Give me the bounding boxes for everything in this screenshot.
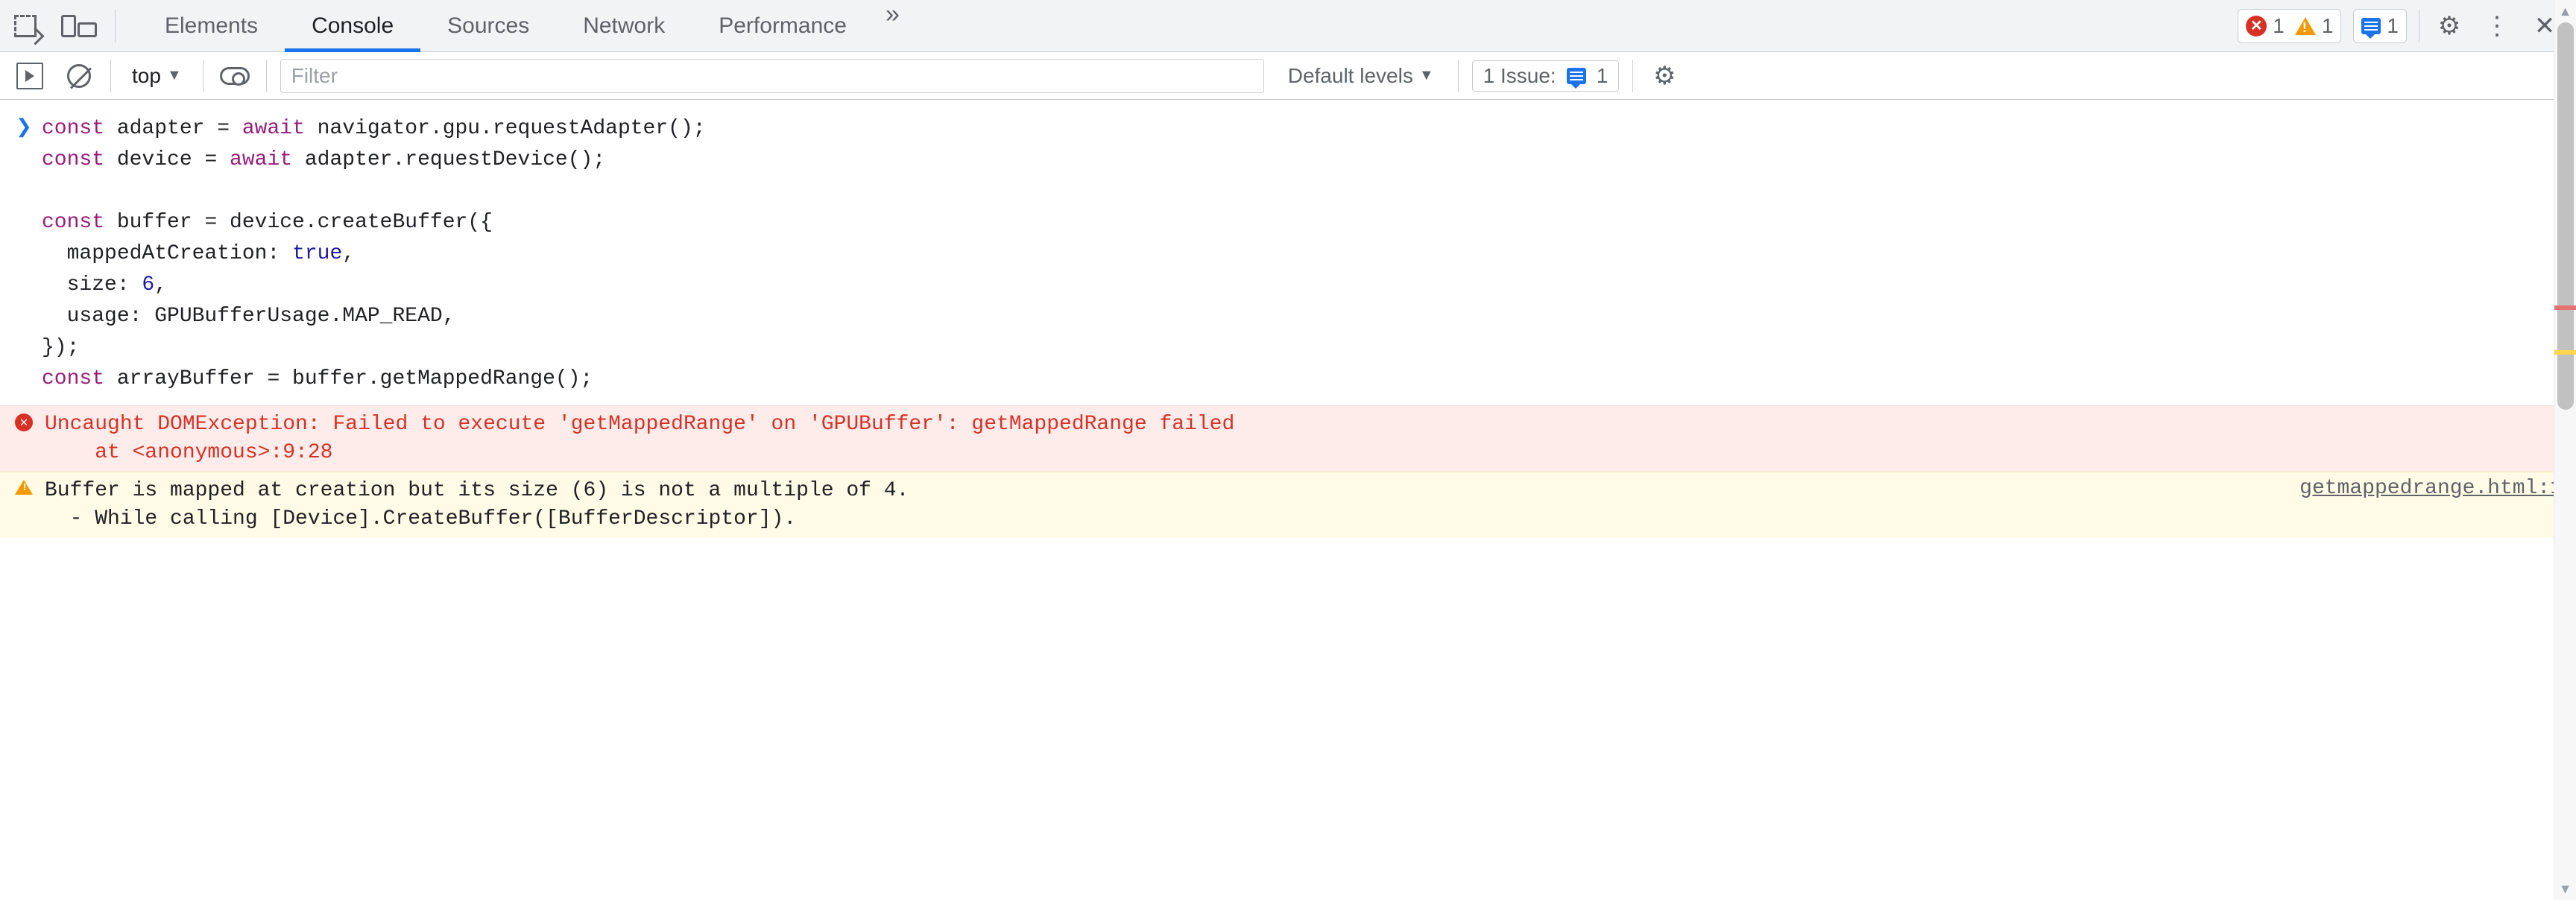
chevron-down-icon: ▼	[1419, 67, 1434, 84]
chevron-down-icon: ▼	[167, 67, 182, 84]
clear-icon	[67, 64, 91, 88]
issues-count: 1	[1597, 64, 1609, 88]
device-toolbar-icon[interactable]	[61, 8, 97, 44]
console-error-text: Uncaught DOMException: Failed to execute…	[45, 411, 2563, 467]
info-counter-box[interactable]: 1	[2353, 9, 2407, 43]
divider	[115, 10, 116, 42]
clear-console-button[interactable]	[61, 58, 97, 94]
scroll-marker-error	[2554, 305, 2576, 310]
inspect-element-icon[interactable]	[7, 8, 43, 44]
tab-sources[interactable]: Sources	[420, 0, 556, 52]
message-icon	[2361, 18, 2381, 34]
prompt-icon: ❯	[13, 113, 34, 395]
issues-label: 1 Issue:	[1483, 64, 1556, 88]
levels-label: Default levels	[1288, 64, 1413, 88]
warning-count: 1	[2322, 14, 2334, 38]
log-levels-select[interactable]: Default levels ▼	[1278, 61, 1445, 91]
window-scrollbar[interactable]: ▲ ▼	[2554, 0, 2576, 900]
console-error-row[interactable]: ✕ Uncaught DOMException: Failed to execu…	[0, 405, 2576, 472]
divider	[1632, 60, 1633, 92]
eye-icon	[220, 67, 250, 85]
tab-elements[interactable]: Elements	[138, 0, 285, 52]
error-icon: ✕	[13, 411, 34, 431]
scroll-up-arrow[interactable]: ▲	[2554, 0, 2576, 22]
message-icon	[1567, 68, 1586, 84]
console-warning-text: Buffer is mapped at creation but its siz…	[45, 477, 2259, 533]
warning-icon	[13, 477, 34, 495]
console-settings-icon[interactable]: ⚙	[1647, 58, 1682, 94]
divider	[110, 60, 111, 92]
console-filter-input[interactable]	[280, 59, 1264, 93]
scroll-track[interactable]	[2554, 22, 2576, 878]
divider	[1458, 60, 1459, 92]
info-counter[interactable]: 1	[2361, 14, 2399, 38]
console-body: ❯ const adapter = await navigator.gpu.re…	[0, 100, 2576, 538]
panel-tabs: Elements Console Sources Network Perform…	[138, 0, 912, 52]
devtools-tabstrip: Elements Console Sources Network Perform…	[0, 0, 2576, 52]
tabstrip-right: ✕ 1 1 1 ⚙ ⋮ ✕	[2238, 8, 2563, 44]
issues-button[interactable]: 1 Issue: 1	[1472, 60, 1620, 92]
tabs-overflow-button[interactable]: »	[874, 0, 912, 52]
info-count: 1	[2387, 14, 2399, 38]
settings-icon[interactable]: ⚙	[2431, 8, 2467, 44]
console-source-link[interactable]: getmappedrange.html:1	[2299, 477, 2563, 500]
tab-performance[interactable]: Performance	[692, 0, 874, 52]
error-counter[interactable]: ✕ 1	[2246, 14, 2285, 38]
console-input-row[interactable]: ❯ const adapter = await navigator.gpu.re…	[0, 107, 2576, 405]
divider	[266, 60, 267, 92]
tabstrip-left	[7, 8, 116, 44]
console-input-code[interactable]: const adapter = await navigator.gpu.requ…	[42, 113, 706, 395]
warning-icon	[2295, 17, 2316, 35]
warning-counter[interactable]: 1	[2295, 14, 2334, 38]
more-menu-icon[interactable]: ⋮	[2479, 8, 2515, 44]
execution-context-select[interactable]: top ▼	[124, 61, 189, 91]
tab-network[interactable]: Network	[556, 0, 692, 52]
toggle-sidebar-button[interactable]	[12, 58, 48, 94]
console-toolbar: top ▼ Default levels ▼ 1 Issue: 1 ⚙	[0, 52, 2576, 100]
live-expression-button[interactable]	[217, 58, 253, 94]
console-warning-row[interactable]: Buffer is mapped at creation but its siz…	[0, 472, 2576, 538]
context-label: top	[132, 64, 161, 88]
scroll-down-arrow[interactable]: ▼	[2554, 878, 2576, 900]
tab-console[interactable]: Console	[285, 0, 420, 52]
error-count: 1	[2273, 14, 2285, 38]
scroll-marker-warning	[2554, 350, 2576, 355]
message-counters[interactable]: ✕ 1 1	[2238, 9, 2341, 43]
error-icon: ✕	[2246, 16, 2267, 37]
